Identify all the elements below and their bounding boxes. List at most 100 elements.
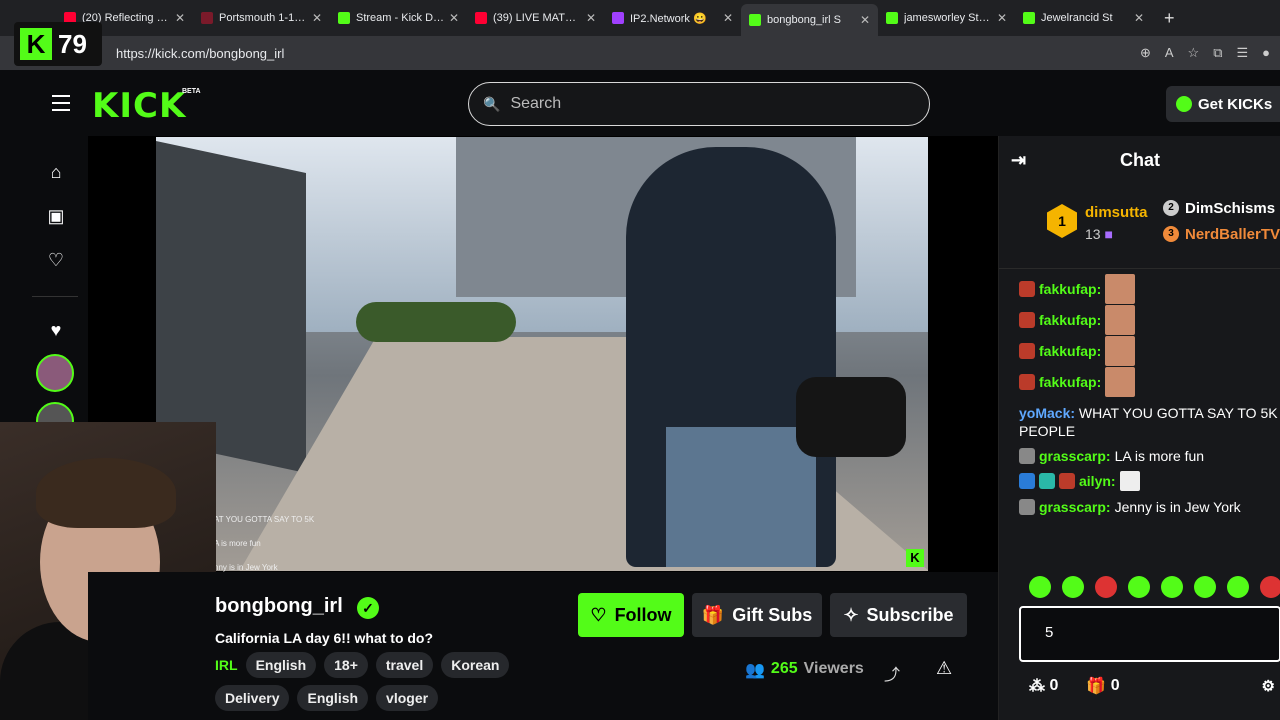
url-field[interactable]: https://kick.com/bongbong_irl bbox=[116, 46, 284, 61]
close-icon[interactable]: ✕ bbox=[312, 11, 322, 25]
browser-tab[interactable]: IP2.Network 😀 ✕ bbox=[604, 4, 741, 32]
emote-icon[interactable] bbox=[1128, 576, 1150, 598]
chat-message: fakkufap: bbox=[1019, 367, 1280, 397]
chat-username[interactable]: fakkufap: bbox=[1039, 373, 1101, 391]
get-kicks-button[interactable]: Get KICKs bbox=[1166, 86, 1280, 122]
emote-icon[interactable] bbox=[1227, 576, 1249, 598]
following-icon[interactable]: ♡ bbox=[46, 250, 66, 270]
emote-icon[interactable] bbox=[1260, 576, 1280, 598]
badge-icon bbox=[1019, 374, 1035, 390]
emote-icon[interactable] bbox=[1161, 576, 1183, 598]
badge-icon bbox=[1019, 312, 1035, 328]
new-tab-button[interactable]: + bbox=[1152, 8, 1187, 29]
home-icon[interactable]: ⌂ bbox=[46, 162, 66, 182]
chat-input[interactable]: 5 bbox=[1019, 606, 1280, 662]
kicks-coin-icon bbox=[1176, 96, 1192, 112]
tab-favicon bbox=[612, 12, 624, 24]
emote-icon[interactable] bbox=[1095, 576, 1117, 598]
search-input[interactable]: 🔍 Search bbox=[468, 82, 930, 126]
tag[interactable]: English bbox=[297, 685, 369, 711]
kick-logo[interactable]: KICK bbox=[92, 86, 186, 126]
emote-icon[interactable] bbox=[1194, 576, 1216, 598]
verified-icon: ✓ bbox=[357, 597, 379, 619]
chat-message: fakkufap: bbox=[1019, 274, 1280, 304]
chat-username[interactable]: fakkufap: bbox=[1039, 280, 1101, 298]
browser-tab-active[interactable]: bongbong_irl S ✕ bbox=[741, 4, 878, 36]
close-icon[interactable]: ✕ bbox=[997, 11, 1007, 25]
kicks-icon[interactable]: ⁂ bbox=[1029, 676, 1045, 696]
chat-username[interactable]: yoMack: bbox=[1019, 405, 1075, 421]
subscribe-label: Subscribe bbox=[866, 604, 954, 625]
leader-name[interactable]: dimsutta bbox=[1085, 204, 1148, 221]
gift-subs-label: Gift Subs bbox=[732, 604, 813, 625]
gift-leaderboard: 1 dimsutta 13 ■ 2 DimSchisms 3 NerdBallerT… bbox=[999, 188, 1280, 268]
chat-username[interactable]: grasscarp: bbox=[1039, 498, 1111, 516]
chat-panel: ⇥ Chat 1 dimsutta 13 ■ 2 DimSchisms 3 Nerd… bbox=[998, 136, 1280, 720]
report-icon[interactable]: ⚠ bbox=[936, 658, 952, 679]
favorites-icon[interactable]: ☰ bbox=[1236, 45, 1248, 61]
favorite-star-icon[interactable]: ☆ bbox=[1188, 45, 1200, 61]
browser-tab[interactable]: Jewelrancid St ✕ bbox=[1015, 4, 1152, 32]
leader-name: DimSchisms bbox=[1185, 200, 1276, 217]
read-aloud-icon[interactable]: A bbox=[1165, 45, 1174, 61]
chat-username[interactable]: grasscarp: bbox=[1039, 447, 1111, 465]
profile-icon[interactable]: ● bbox=[1262, 45, 1270, 61]
chat-username[interactable]: fakkufap: bbox=[1039, 342, 1101, 360]
chat-message: grasscarp: LA is more fun bbox=[1019, 447, 1280, 465]
tag[interactable]: vloger bbox=[376, 685, 439, 711]
chat-text: Jenny is in Jew York bbox=[1114, 499, 1241, 515]
chat-username[interactable]: fakkufap: bbox=[1039, 311, 1101, 329]
emote-icon[interactable] bbox=[1029, 576, 1051, 598]
collapse-chat-icon[interactable]: ⇥ bbox=[1011, 150, 1026, 171]
extensions-icon[interactable]: ⧉ bbox=[1213, 45, 1222, 61]
channel-name[interactable]: bongbong_irl bbox=[215, 595, 343, 618]
get-kicks-label: Get KICKs bbox=[1198, 95, 1273, 113]
tag[interactable]: Delivery bbox=[215, 685, 290, 711]
zoom-icon[interactable]: ⊕ bbox=[1140, 45, 1151, 61]
leader-name: NerdBallerTV bbox=[1185, 226, 1280, 243]
menu-icon[interactable] bbox=[52, 95, 70, 111]
leader-third[interactable]: 3 NerdBallerTV bbox=[1163, 226, 1280, 243]
tag[interactable]: 18+ bbox=[324, 652, 368, 678]
gear-icon[interactable]: ⚙ bbox=[1262, 677, 1275, 695]
tab-favicon bbox=[886, 12, 898, 24]
category-tag[interactable]: IRL bbox=[215, 652, 238, 678]
browser-tab[interactable]: jamesworley Strean ✕ bbox=[878, 4, 1015, 32]
chat-username[interactable]: ailyn: bbox=[1079, 472, 1116, 490]
followed-channel-avatar[interactable] bbox=[36, 354, 74, 392]
chat-messages: fakkufap: fakkufap: fakkufap: fakkufap: … bbox=[1019, 274, 1280, 523]
close-icon[interactable]: ✕ bbox=[449, 11, 459, 25]
close-icon[interactable]: ✕ bbox=[175, 11, 185, 25]
browse-icon[interactable]: ▣ bbox=[46, 206, 66, 226]
kicks-count: 0 bbox=[1049, 677, 1059, 694]
close-icon[interactable]: ✕ bbox=[860, 13, 870, 27]
gift-icon[interactable]: 🎁 bbox=[1086, 676, 1106, 696]
chat-header: ⇥ Chat bbox=[999, 136, 1280, 184]
share-icon[interactable]: ⤴ bbox=[884, 661, 900, 685]
tab-title: Jewelrancid St bbox=[1041, 12, 1113, 24]
heart-icon[interactable]: ♥ bbox=[46, 320, 66, 340]
divider bbox=[32, 296, 78, 297]
tag[interactable]: English bbox=[245, 652, 317, 678]
site-header: KICK BETA 🔍 Search Get KICKs bbox=[22, 70, 1280, 136]
stream-title: California LA day 6!! what to do? bbox=[215, 630, 434, 646]
follow-button[interactable]: ♡ Follow bbox=[578, 593, 684, 637]
browser-tab[interactable]: Portsmouth 1-1 QP ✕ bbox=[193, 4, 330, 32]
leader-second[interactable]: 2 DimSchisms bbox=[1163, 200, 1275, 217]
viewer-count: 👥 265 Viewers bbox=[745, 660, 864, 680]
emote-icon[interactable] bbox=[1062, 576, 1084, 598]
browser-tab[interactable]: Stream - Kick Dashb ✕ bbox=[330, 4, 467, 32]
close-icon[interactable]: ✕ bbox=[586, 11, 596, 25]
search-icon: 🔍 bbox=[483, 95, 501, 112]
chat-message: fakkufap: bbox=[1019, 336, 1280, 366]
video-player[interactable]: K bbox=[156, 137, 928, 571]
close-icon[interactable]: ✕ bbox=[723, 11, 733, 25]
emote-icon bbox=[1105, 367, 1136, 397]
tag[interactable]: Korean bbox=[441, 652, 510, 678]
tag[interactable]: travel bbox=[375, 652, 434, 678]
divider bbox=[999, 268, 1280, 269]
subscribe-button[interactable]: ✧ Subscribe bbox=[830, 593, 967, 637]
gift-subs-button[interactable]: 🎁 Gift Subs bbox=[692, 593, 822, 637]
browser-tab[interactable]: (39) LIVE MATCH C ✕ bbox=[467, 4, 604, 32]
close-icon[interactable]: ✕ bbox=[1134, 11, 1144, 25]
